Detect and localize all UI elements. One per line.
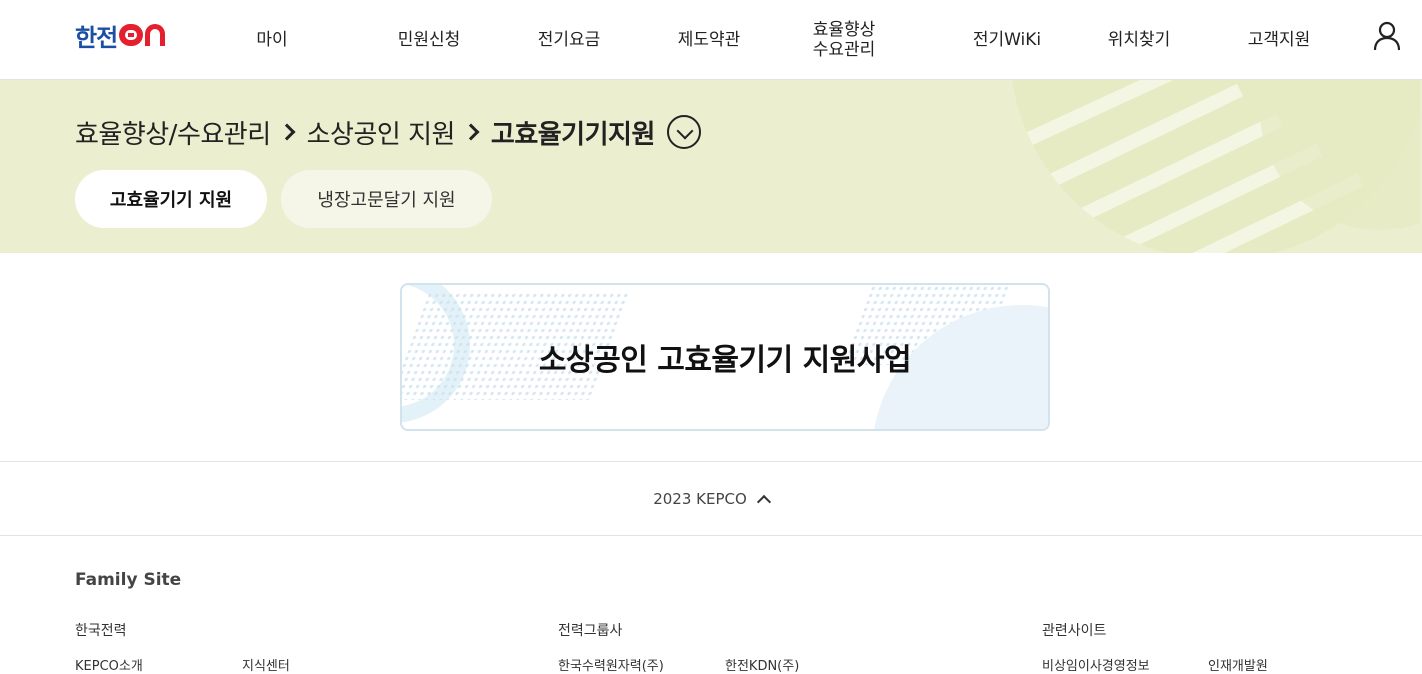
chevron-right-icon [462,123,480,141]
sub-banner: 효율향상/수요관리 소상공인 지원 고효율기기지원 고효율기기 지원 냉장고문달… [0,80,1422,253]
family-link[interactable]: KEPCO소개 [75,655,143,674]
family-group-title-kepco: 한국전력 [75,623,127,639]
plug-icon [119,24,144,46]
nav-item-my[interactable]: 마이 [232,0,312,80]
family-link[interactable]: 한국수력원자력(주) [558,655,664,674]
logo-text: 한전 [75,23,118,52]
family-link[interactable]: 지식센터 [242,655,290,674]
chevron-up-icon[interactable] [756,494,771,509]
nav-item-complaint[interactable]: 민원신청 [379,0,479,80]
copyright-text: 2023 KEPCO [653,489,747,508]
kepco-on-logo[interactable]: 한전 [75,20,166,52]
family-link[interactable]: 한전KDN(주) [725,655,799,674]
logo-on-mark [119,24,166,46]
chevron-right-icon [278,123,296,141]
family-group-title-affiliates: 전력그룹사 [558,623,623,639]
program-title: 소상공인 고효율기기 지원사업 [538,343,912,378]
breadcrumb-item-efficiency[interactable]: 효율향상/수요관리 [75,114,271,151]
nav-item-efficiency[interactable]: 효율향상 수요관리 [794,0,894,80]
logo-n-shape [145,24,166,46]
site-header: 한전 마이 민원신청 전기요금 제도약관 효율향상 수요관리 전기WiKi 위치… [0,0,1422,80]
nav-item-location[interactable]: 위치찾기 [1089,0,1189,80]
nav-item-bill[interactable]: 전기요금 [519,0,619,80]
family-group-title-related: 관련사이트 [1042,623,1107,639]
nav-item-wiki[interactable]: 전기WiKi [957,0,1057,80]
tab-fridge-door[interactable]: 냉장고문달기 지원 [281,170,492,228]
nav-item-support[interactable]: 고객지원 [1229,0,1329,80]
breadcrumb-item-small-business[interactable]: 소상공인 지원 [307,114,456,151]
family-link[interactable]: 인재개발원 [1208,655,1268,674]
banner-decoration [1010,80,1420,253]
tab-high-efficiency[interactable]: 고효율기기 지원 [75,170,267,228]
family-site-title: Family Site [75,570,182,590]
chevron-down-circle-icon[interactable] [666,115,701,149]
user-icon[interactable] [1372,20,1402,52]
program-title-card: 소상공인 고효율기기 지원사업 [400,283,1050,431]
nav-item-terms[interactable]: 제도약관 [659,0,759,80]
family-link[interactable]: 비상임이사경영정보 [1042,655,1150,674]
copyright-bar[interactable]: 2023 KEPCO [0,461,1422,536]
breadcrumb: 효율향상/수요관리 소상공인 지원 고효율기기지원 [75,114,701,150]
breadcrumb-current: 고효율기기지원 [490,119,655,150]
